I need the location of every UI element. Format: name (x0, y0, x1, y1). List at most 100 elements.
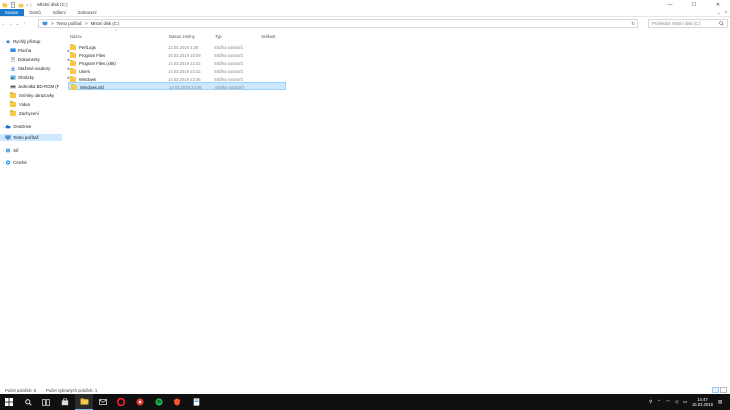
homegroup-icon (6, 160, 11, 165)
file-date: 12.04.2018 1:38 (168, 44, 199, 50)
expand-icon[interactable]: › (3, 136, 4, 140)
sidebar-item-onedrive[interactable]: › OneDrive (3, 123, 31, 130)
properties-icon[interactable] (10, 1, 16, 8)
column-header-size[interactable]: Velikost (261, 33, 275, 40)
volume-icon[interactable]: ◁ (675, 399, 678, 405)
notifications-icon[interactable]: ▤ (718, 399, 722, 405)
clock[interactable]: 14:47 15.03.2019 (692, 397, 713, 407)
expand-icon[interactable]: › (3, 161, 4, 165)
file-explorer-icon[interactable] (75, 394, 93, 410)
folder-icon (70, 51, 76, 58)
sidebar-item-downloads[interactable]: Stažené soubory ✱ (10, 65, 70, 72)
sidebar-item-network[interactable]: › Síť (3, 147, 19, 154)
qat-dropdown-icon[interactable]: = (26, 2, 28, 7)
file-row[interactable]: Program Files (x86) 14.03.2019 23:42 Slo… (68, 59, 286, 67)
ribbon-tabs: Soubor Domů Sdílení Zobrazení ⌄ ? (0, 9, 730, 17)
sidebar-item-label: Zachycení (19, 111, 39, 116)
sidebar-item-homegroup[interactable]: › Cetché (3, 159, 27, 166)
file-type: Složka souborů (214, 44, 243, 50)
sidebar-item-captures[interactable]: Zachycení (10, 110, 39, 117)
sidebar-item-pictures[interactable]: Obrázky ✱ (10, 74, 70, 81)
file-date: 14.03.2019 23:46 (169, 84, 202, 90)
refresh-icon[interactable]: ↻ (631, 21, 635, 27)
sidebar-item-bd-rom[interactable]: Jednotka BD-ROM (F (10, 83, 59, 90)
sidebar-item-label: Jednotka BD-ROM (F (18, 84, 60, 89)
breadcrumb-separator: > (85, 21, 88, 26)
maximize-button[interactable]: ☐ (682, 0, 706, 9)
task-view-icon[interactable] (37, 394, 55, 410)
item-count: Počet položek: 6 (5, 387, 36, 393)
breadcrumb-local-disk[interactable]: Místní disk (C:) (91, 21, 120, 26)
forward-button[interactable]: → (7, 19, 14, 28)
search-input[interactable]: Prohledat: Místní disk (C:) (648, 19, 728, 28)
sidebar-item-screenshots[interactable]: Snímky obrazovky (10, 92, 54, 99)
folder-icon (10, 92, 16, 98)
recent-locations-button[interactable]: ⌄ (14, 19, 21, 28)
taskbar: ⚲ ⌃ ◠ ◁ ▭ 14:47 15.03.2019 ▤ (0, 394, 730, 410)
file-row-selected[interactable]: Windows.old 14.03.2019 23:46 Složka soub… (68, 82, 286, 90)
collapse-ribbon-icon[interactable]: ⌄ (717, 10, 721, 16)
tab-file[interactable]: Soubor (0, 9, 24, 16)
expand-icon[interactable]: › (3, 125, 4, 129)
disc-drive-icon (10, 85, 16, 89)
help-icon[interactable]: ? (724, 10, 727, 16)
file-row[interactable]: PerfLogs 12.04.2018 1:38 Složka souborů (68, 43, 286, 51)
cloud-icon (5, 125, 11, 129)
file-row[interactable]: Users 14.03.2019 23:42 Složka souborů (68, 67, 286, 75)
column-header-name[interactable]: Název (70, 33, 82, 40)
expand-icon[interactable]: › (3, 40, 4, 44)
sidebar-item-label: Cetché (13, 160, 27, 165)
minimize-button[interactable]: — (658, 0, 682, 9)
sort-indicator-icon: ^ (115, 29, 117, 33)
file-type: Složka souborů (214, 52, 243, 58)
desktop-icon (10, 48, 16, 52)
address-bar[interactable]: > Tento počítač > Místní disk (C:) ↻ (38, 19, 638, 28)
sidebar-item-label: Dokumenty (18, 57, 40, 62)
wifi-icon[interactable]: ◠ (666, 399, 670, 405)
mail-icon[interactable] (94, 394, 112, 410)
new-folder-icon[interactable] (18, 2, 24, 8)
opera-icon[interactable] (112, 394, 130, 410)
folder-icon (10, 110, 16, 116)
quick-access-toolbar: = | (2, 1, 32, 8)
sidebar-item-documents[interactable]: Dokumenty ✱ (10, 56, 70, 63)
windows-start-icon[interactable] (0, 394, 18, 410)
sidebar-item-videos[interactable]: Videa (10, 101, 30, 108)
sidebar-item-this-pc[interactable]: › Tento počítač (0, 134, 62, 141)
sidebar-item-desktop[interactable]: Plocha ✱ (10, 47, 70, 54)
file-icon[interactable] (187, 394, 205, 410)
folder-icon (70, 67, 76, 74)
divider-icon: | (30, 2, 32, 7)
music-app-icon[interactable] (131, 394, 149, 410)
close-button[interactable]: ✕ (706, 0, 730, 9)
file-date: 14.03.2019 23:42 (168, 68, 201, 74)
details-view-icon[interactable] (712, 387, 719, 393)
sidebar-item-label: OneDrive (13, 124, 32, 129)
search-icon[interactable] (19, 394, 37, 410)
breadcrumb-separator: > (51, 21, 54, 26)
up-button[interactable]: ↑ (21, 19, 28, 28)
sidebar-item-quick-access[interactable]: › Rychlý přístup (3, 38, 40, 45)
tab-view[interactable]: Zobrazení (72, 9, 103, 16)
expand-icon[interactable]: › (3, 149, 4, 153)
column-header-date[interactable]: Datum změny (169, 33, 195, 40)
file-row[interactable]: Program Files 15.03.2019 15:59 Složka so… (68, 51, 286, 59)
file-name: Program Files (79, 52, 106, 58)
tab-share[interactable]: Sdílení (47, 9, 72, 16)
column-header-type[interactable]: Typ (215, 33, 222, 40)
folder-icon (2, 2, 8, 7)
language-icon[interactable]: ▭ (683, 399, 687, 405)
brave-icon[interactable] (168, 394, 186, 410)
store-icon[interactable] (56, 394, 74, 410)
chevron-up-icon[interactable]: ⌃ (657, 399, 661, 405)
tab-home[interactable]: Domů (24, 9, 47, 16)
back-button[interactable]: ← (0, 19, 7, 28)
people-icon[interactable]: ⚲ (649, 399, 652, 405)
system-tray: ⚲ ⌃ ◠ ◁ ▭ 14:47 15.03.2019 ▤ (649, 395, 722, 409)
search-placeholder: Prohledat: Místní disk (C:) (652, 21, 701, 26)
folder-icon (71, 83, 77, 90)
spotify-icon[interactable] (150, 394, 168, 410)
folder-icon (10, 101, 16, 107)
large-icons-view-icon[interactable] (720, 387, 727, 393)
breadcrumb-this-pc[interactable]: Tento počítač (57, 21, 83, 26)
